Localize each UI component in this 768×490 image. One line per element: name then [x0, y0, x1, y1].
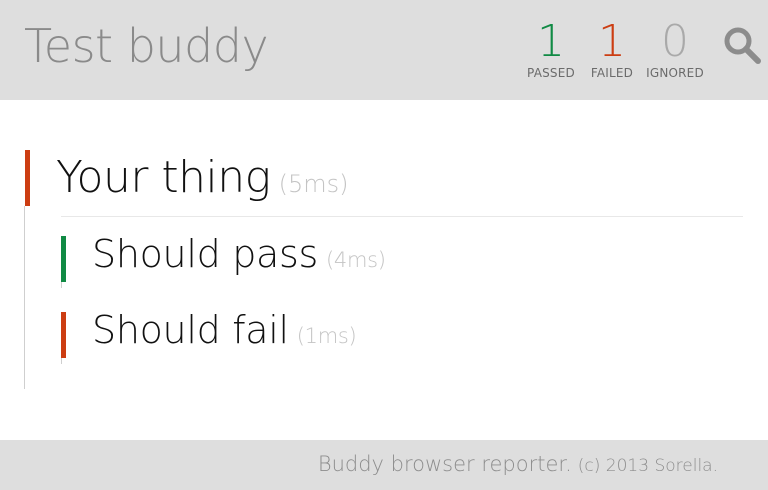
failed-stat: 1 FAILED: [580, 16, 644, 81]
ignored-count: 0: [661, 16, 689, 67]
test-duration: (4ms): [326, 248, 386, 272]
suite-divider: [61, 216, 743, 217]
footer-copyright: (c) 2013 Sorella.: [577, 456, 718, 476]
test-title: Should fail (1ms): [92, 308, 357, 352]
passed-stat: 1 PASSED: [519, 16, 583, 81]
failed-count: 1: [598, 16, 626, 67]
test-item[interactable]: Should fail (1ms): [61, 308, 741, 364]
test-status-bar: [61, 236, 66, 282]
suite-tree-line: [24, 206, 25, 389]
test-title: Should pass (4ms): [92, 232, 386, 276]
suite-status-bar: [25, 150, 30, 206]
footer-reporter-name: Buddy browser reporter.: [317, 452, 572, 476]
passed-count: 1: [537, 16, 565, 67]
ignored-stat: 0 IGNORED: [643, 16, 707, 81]
test-name: Should fail: [92, 308, 289, 352]
search-icon: [724, 27, 761, 64]
search-button[interactable]: [722, 26, 762, 66]
passed-label: PASSED: [527, 66, 575, 80]
header-bar: Test buddy 1 PASSED 1 FAILED 0 IGNORED: [0, 0, 768, 100]
test-tree-line: [61, 358, 62, 364]
footer-text: Buddy browser reporter. (c) 2013 Sorella.: [318, 452, 718, 476]
app-title: Test buddy: [24, 19, 269, 73]
suite-name: Your thing: [56, 152, 271, 203]
suite-header[interactable]: Your thing (5ms): [56, 152, 348, 203]
test-item[interactable]: Should pass (4ms): [61, 232, 741, 288]
suite-duration: (5ms): [278, 170, 349, 198]
test-name: Should pass: [92, 232, 318, 276]
test-duration: (1ms): [296, 324, 357, 348]
failed-label: FAILED: [590, 66, 634, 80]
footer-bar: Buddy browser reporter. (c) 2013 Sorella.: [0, 440, 768, 490]
test-tree-line: [61, 282, 62, 288]
ignored-label: IGNORED: [646, 66, 704, 80]
test-status-bar: [61, 312, 66, 358]
